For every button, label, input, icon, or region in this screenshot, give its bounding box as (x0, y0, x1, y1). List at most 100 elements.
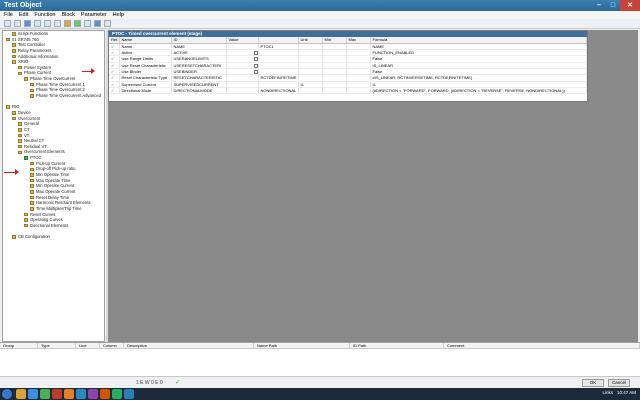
folder-icon (30, 88, 34, 93)
check-icon: ✓ (111, 50, 115, 56)
delete-icon[interactable] (84, 20, 91, 27)
row-id[interactable]: RESETCHARACTERISTIC (171, 74, 227, 82)
tree-node-label: Residual VT (24, 143, 47, 149)
folder-icon (6, 105, 10, 109)
tree-view[interactable]: Script Functions 01 SR745 760 Test Control… (2, 30, 105, 342)
folder-icon (30, 190, 34, 194)
folder-icon (30, 173, 34, 177)
tree-node-label: CT (24, 126, 30, 132)
col-ref[interactable]: Ref. (109, 37, 120, 44)
tree-node-label: Max Operate Time (36, 177, 71, 183)
row-value2[interactable]: RCTDEFINITETIME (258, 74, 299, 82)
tree-node-label: Overcurrent (18, 115, 41, 121)
error-col-header[interactable]: Column (100, 343, 124, 348)
menu-file[interactable]: File (4, 11, 13, 19)
error-col-header[interactable]: Name Path (254, 343, 350, 348)
maximize-icon[interactable]: □ (606, 0, 620, 11)
minimize-icon[interactable]: – (592, 0, 606, 11)
paste-icon[interactable] (54, 20, 61, 27)
app-icon[interactable] (88, 389, 98, 399)
row-unit[interactable] (298, 87, 323, 95)
check-icon: ✓ (111, 81, 115, 87)
window-controls: – □ ✕ (592, 0, 640, 11)
new-icon[interactable] (4, 20, 11, 27)
tree-node-label: Relay Parameters (18, 47, 52, 53)
error-col-header[interactable]: Line (76, 343, 100, 348)
tree-node-label: Phase Time Overcurrent 2 (36, 87, 85, 93)
app-icon[interactable] (124, 389, 134, 399)
app-icon[interactable] (52, 389, 62, 399)
open-icon[interactable] (14, 20, 21, 27)
menu-bar: File Edit Function Block Parameter Help (0, 11, 640, 19)
row-name[interactable]: Reset Characteristic Type (119, 74, 172, 82)
app-icon[interactable] (40, 389, 50, 399)
menu-help[interactable]: Help (113, 11, 124, 19)
row-name[interactable]: Use Reset Characteristic (119, 62, 172, 69)
value-checkbox[interactable] (253, 57, 257, 61)
tree-node-label: Drop-off Pick-up ratio (36, 166, 76, 172)
cut-icon[interactable] (34, 20, 41, 27)
row-value2[interactable]: NONDIRECTIONAL (258, 87, 299, 95)
folder-icon (12, 49, 16, 53)
row-name[interactable]: Directional Mode (119, 87, 172, 95)
app-icon[interactable] (112, 389, 122, 399)
cancel-button[interactable]: Cancel (608, 379, 630, 387)
row-value[interactable] (226, 87, 259, 95)
add-block-icon[interactable] (74, 20, 81, 27)
export-icon[interactable] (94, 20, 101, 27)
folder-icon (12, 32, 16, 36)
error-col-header[interactable]: Description (124, 343, 254, 348)
value-checkbox[interactable] (253, 63, 257, 68)
row-formula[interactable]: (#DIRECTION = "FORWARD", FORWARD, (#DIRE… (370, 87, 587, 95)
error-col-header[interactable]: Type (38, 343, 76, 348)
folder-icon (18, 133, 22, 138)
clock[interactable]: 10:47 AM (617, 390, 636, 395)
copy-icon[interactable] (44, 20, 51, 27)
folder-icon (24, 212, 28, 217)
row-id[interactable]: DIRECTIONALMODE (171, 87, 227, 95)
folder-icon (18, 128, 22, 132)
row-max[interactable] (346, 87, 371, 95)
menu-edit[interactable]: Edit (19, 11, 28, 19)
ok-button[interactable]: OK (582, 379, 604, 387)
import-icon[interactable] (64, 20, 71, 27)
error-col-header[interactable]: ID Path (350, 343, 444, 348)
tree-node-label: Pick-up Current (36, 160, 66, 166)
folder-icon (12, 43, 16, 47)
links-label[interactable]: Links (602, 390, 613, 395)
tree-node-label: Harmonic Restraint Elements (36, 200, 91, 206)
app-icon[interactable] (76, 389, 86, 399)
row-id[interactable]: USERESETCHARACTERI (171, 62, 227, 69)
error-col-header[interactable]: Comment (444, 343, 640, 348)
check-icon: ✓ (111, 62, 115, 68)
ie-icon[interactable] (28, 389, 38, 399)
menu-function[interactable]: Function (34, 11, 55, 19)
taskbar: Links 10:47 AM (0, 388, 640, 400)
tree-node[interactable]: CB Configuration (3, 234, 104, 240)
parameter-panel: PTOC - Timed overcurrent element (stage)… (108, 30, 588, 102)
tree-node-label: Min Operate Current (36, 183, 75, 189)
start-icon[interactable] (2, 389, 12, 399)
folder-icon (12, 60, 16, 64)
folder-icon (24, 77, 28, 81)
folder-icon (6, 37, 10, 42)
table-row[interactable]: ✓ Directional Mode DIRECTIONALMODE NONDIREC… (109, 87, 587, 95)
menu-parameter[interactable]: Parameter (81, 11, 107, 19)
tree-node-label: PTOC (30, 155, 42, 161)
menu-block[interactable]: Block (61, 11, 74, 19)
tree-node-label: Max Operate Current (36, 188, 76, 194)
parameter-table: Ref. Name ID Value Unit Min Max Formula … (109, 37, 587, 95)
row-id[interactable]: SUPERVISEDCURRENT (171, 81, 227, 88)
error-col-header[interactable]: Group (0, 343, 38, 348)
find-icon[interactable] (104, 20, 111, 27)
save-icon[interactable] (24, 20, 31, 27)
app-icon[interactable] (64, 389, 74, 399)
folder-icon (12, 111, 16, 115)
close-icon[interactable]: ✕ (620, 0, 640, 11)
app-icon[interactable] (100, 389, 110, 399)
value-checkbox[interactable] (253, 69, 257, 74)
folder-icon (18, 65, 22, 70)
row-min[interactable] (322, 87, 347, 95)
value-checkbox[interactable] (253, 50, 257, 55)
explorer-icon[interactable] (16, 389, 26, 399)
